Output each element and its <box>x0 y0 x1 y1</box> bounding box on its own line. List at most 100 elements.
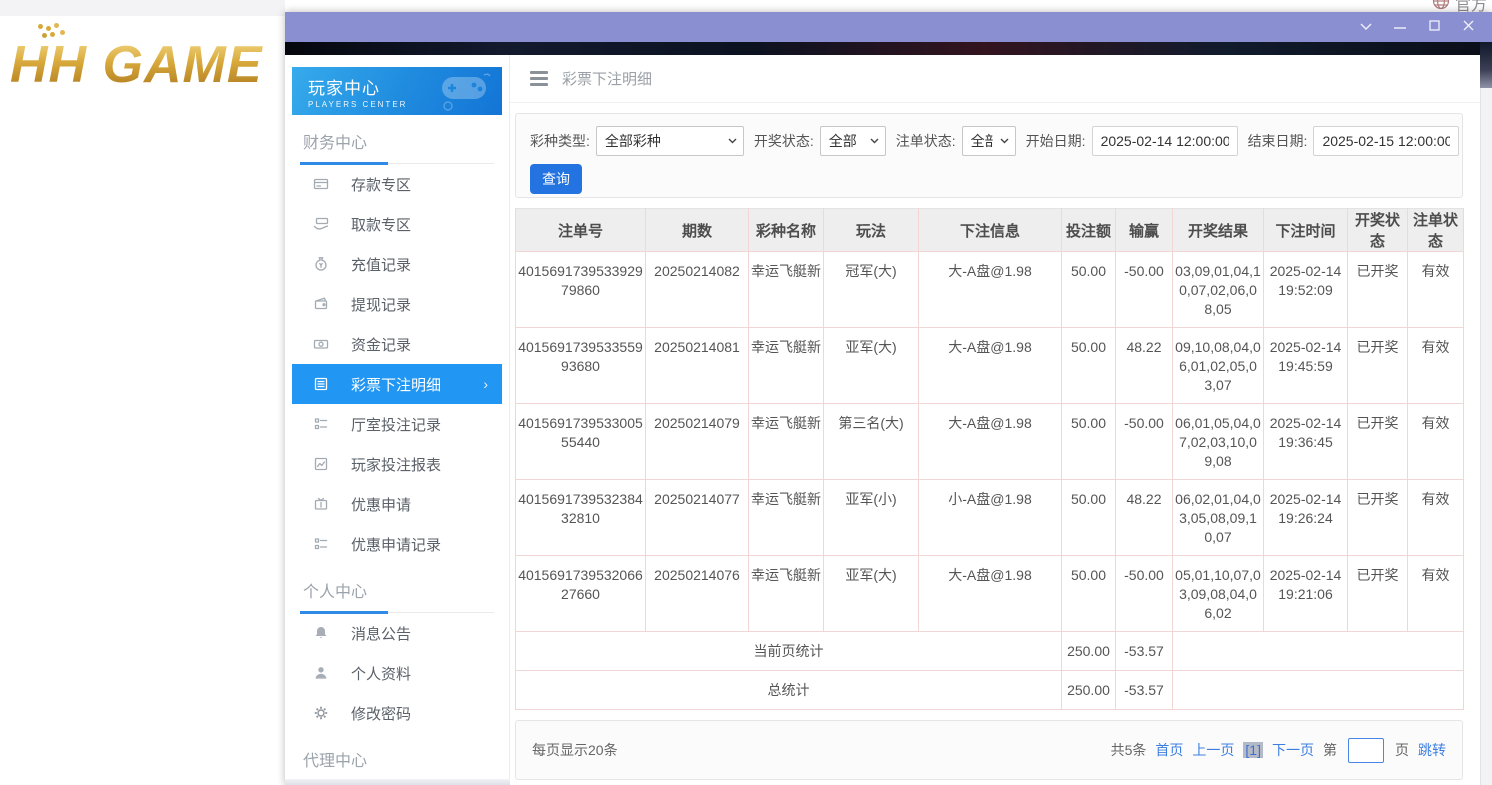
table-cell: 401569173953355993680 <box>516 328 646 404</box>
sidebar-item-label: 厅室投注记录 <box>351 414 441 435</box>
table-row: 40156917395320662766020250214076幸运飞艇新亚军(… <box>516 556 1464 632</box>
first-page-link[interactable]: 首页 <box>1155 740 1183 760</box>
table-cell: 大-A盘@1.98 <box>919 252 1062 328</box>
hh-game-logo: HH GAME <box>10 26 280 104</box>
withdraw-hand-icon <box>313 216 329 232</box>
maximize-icon <box>1429 18 1440 36</box>
window-bottom-edge <box>285 779 510 785</box>
column-header: 玩法 <box>824 209 919 252</box>
top-banner-strip <box>285 42 1492 55</box>
sidebar-item[interactable]: 充值记录 <box>285 244 509 284</box>
sidebar: 玩家中心 PLAYERS CENTER 财务中心存款专区取款专区充值记录提现记录… <box>285 55 510 779</box>
prev-page-link[interactable]: 上一页 <box>1192 740 1234 760</box>
sidebar-item[interactable]: 优惠申请 <box>285 484 509 524</box>
table-cell: 03,09,01,04,10,07,02,06,08,05 <box>1173 252 1264 328</box>
table-cell: 有效 <box>1408 404 1464 480</box>
chevron-down-icon <box>1360 18 1372 36</box>
bet-status-label: 注单状态: <box>896 131 956 151</box>
bet-status-select[interactable]: 全部 <box>962 126 1016 156</box>
sidebar-item[interactable]: 玩家投注报表 <box>285 444 509 484</box>
sidebar-item-label: 存款专区 <box>351 174 411 195</box>
sidebar-item[interactable]: 存款专区 <box>285 164 509 204</box>
sidebar-item[interactable]: 消息公告 <box>285 613 509 653</box>
table-cell: 幸运飞艇新 <box>749 404 824 480</box>
sidebar-item[interactable]: 彩票下注明细› <box>292 364 502 404</box>
sidebar-section-title: 财务中心 <box>300 115 494 164</box>
table-cell: 大-A盘@1.98 <box>919 556 1062 632</box>
sidebar-item[interactable]: 取款专区 <box>285 204 509 244</box>
gamepad-icon <box>436 73 492 115</box>
table-cell: 2025-02-14 19:26:24 <box>1264 480 1348 556</box>
lottery-type-label: 彩种类型: <box>530 131 590 151</box>
table-cell: 已开奖 <box>1348 328 1408 404</box>
start-date-input[interactable] <box>1092 126 1238 156</box>
window-minimize-button[interactable] <box>1386 16 1414 38</box>
sidebar-item[interactable]: 提现记录 <box>285 284 509 324</box>
bets-table: 注单号期数彩种名称玩法下注信息投注额输赢开奖结果下注时间开奖状态注单状态 401… <box>515 208 1464 710</box>
table-cell: 幸运飞艇新 <box>749 556 824 632</box>
jump-button[interactable]: 跳转 <box>1418 740 1446 760</box>
sidebar-section-title: 个人中心 <box>300 564 494 613</box>
summary-row: 当前页统计250.00-53.57 <box>516 632 1464 671</box>
jump-page-input[interactable] <box>1348 738 1384 763</box>
window-maximize-button[interactable] <box>1420 16 1448 38</box>
end-date-label: 结束日期: <box>1248 131 1308 151</box>
sidebar-item-label: 消息公告 <box>351 623 411 644</box>
summary-row: 总统计250.00-53.57 <box>516 671 1464 710</box>
summary-empty-cell <box>1173 632 1464 671</box>
sidebar-item-label: 提现记录 <box>351 294 411 315</box>
list-icon <box>313 416 329 432</box>
page-size-text: 每页显示20条 <box>532 740 618 760</box>
sidebar-item[interactable]: 厅室投注记录 <box>285 404 509 444</box>
close-icon <box>1463 18 1474 36</box>
jump-suffix-label: 页 <box>1395 740 1409 760</box>
table-header: 注单号期数彩种名称玩法下注信息投注额输赢开奖结果下注时间开奖状态注单状态 <box>516 209 1464 252</box>
table-cell: 小-A盘@1.98 <box>919 480 1062 556</box>
table-cell: 亚军(小) <box>824 480 919 556</box>
sidebar-item[interactable]: 优惠申请记录 <box>285 524 509 564</box>
window-close-button[interactable] <box>1454 16 1482 38</box>
banknote-icon <box>313 336 329 352</box>
draw-status-label: 开奖状态: <box>754 131 814 151</box>
minimize-icon <box>1394 18 1406 36</box>
lottery-type-select[interactable]: 全部彩种 <box>596 126 744 156</box>
sidebar-item[interactable]: 资金记录 <box>285 324 509 364</box>
table-cell: 亚军(大) <box>824 328 919 404</box>
table-cell: 幸运飞艇新 <box>749 328 824 404</box>
next-page-link[interactable]: 下一页 <box>1272 740 1314 760</box>
table-cell: 已开奖 <box>1348 556 1408 632</box>
table-cell: -50.00 <box>1116 252 1173 328</box>
content-header: 彩票下注明细 <box>510 55 1480 103</box>
moneybag-icon <box>313 256 329 272</box>
table-row: 40156917395323843281020250214077幸运飞艇新亚军(… <box>516 480 1464 556</box>
search-button[interactable]: 查询 <box>530 164 582 194</box>
table-cell: 2025-02-14 19:36:45 <box>1264 404 1348 480</box>
table-cell: 已开奖 <box>1348 252 1408 328</box>
current-page-indicator[interactable]: [1] <box>1243 742 1263 758</box>
table-cell: 09,10,08,04,06,01,02,05,03,07 <box>1173 328 1264 404</box>
sidebar-item[interactable]: 个人资料 <box>285 653 509 693</box>
sidebar-item[interactable]: 修改密码 <box>285 693 509 733</box>
menu-toggle-icon[interactable] <box>530 71 548 86</box>
summary-winloss-total: -53.57 <box>1116 671 1173 710</box>
table-cell: 2025-02-14 19:45:59 <box>1264 328 1348 404</box>
end-date-input[interactable] <box>1313 126 1459 156</box>
summary-empty-cell <box>1173 671 1464 710</box>
table-cell: 05,01,10,07,03,09,08,04,06,02 <box>1173 556 1264 632</box>
summary-winloss-total: -53.57 <box>1116 632 1173 671</box>
vertical-scrollbar[interactable] <box>1480 88 1492 785</box>
window-dropdown-button[interactable] <box>1352 16 1380 38</box>
sidebar-item-label: 玩家投注报表 <box>351 454 441 475</box>
table-cell: 48.22 <box>1116 328 1173 404</box>
table-cell: 50.00 <box>1062 328 1116 404</box>
table-cell: 有效 <box>1408 480 1464 556</box>
table-cell: 大-A盘@1.98 <box>919 328 1062 404</box>
wallet-icon <box>313 296 329 312</box>
draw-status-select[interactable]: 全部 <box>820 126 886 156</box>
table-cell: 20250214082 <box>646 252 749 328</box>
summary-label: 总统计 <box>516 671 1062 710</box>
table-cell: 401569173953206627660 <box>516 556 646 632</box>
table-cell: 06,02,01,04,03,05,08,09,10,07 <box>1173 480 1264 556</box>
table-cell: 50.00 <box>1062 556 1116 632</box>
sidebar-item-label: 彩票下注明细 <box>351 374 441 395</box>
